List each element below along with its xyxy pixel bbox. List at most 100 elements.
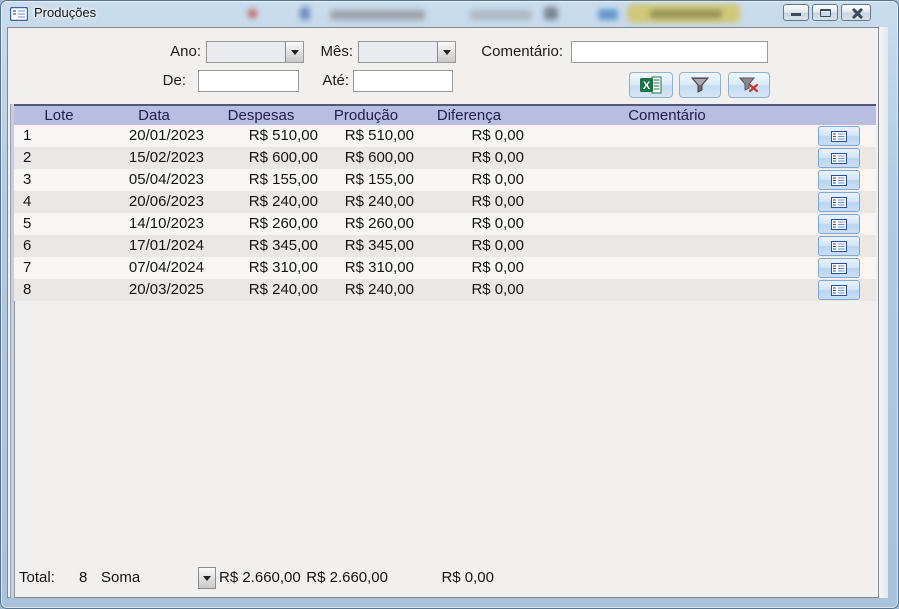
- cell-diferenca: R$ 0,00: [414, 191, 524, 213]
- produce-window: Produções Ano: Mês: Comentário: De: Até:: [0, 0, 899, 609]
- titlebar[interactable]: Produções: [0, 0, 899, 27]
- funnel-clear-icon: [739, 77, 759, 93]
- background-blur-blob: [330, 10, 425, 20]
- minimize-button[interactable]: [783, 4, 809, 21]
- column-header-comentario: Comentário: [524, 106, 810, 125]
- export-excel-button[interactable]: X: [629, 72, 673, 98]
- cell-detail: [818, 258, 860, 278]
- form-client-area: Ano: Mês: Comentário: De: Até: X: [7, 27, 879, 598]
- ate-input[interactable]: [353, 70, 453, 92]
- table-row[interactable]: 1 20/01/2023 R$ 510,00 R$ 510,00 R$ 0,00: [14, 125, 876, 147]
- cell-comentario: [524, 279, 810, 301]
- apply-filter-button[interactable]: [679, 72, 721, 98]
- column-header-diferenca: Diferença: [414, 106, 524, 125]
- cell-data: 07/04/2024: [104, 257, 204, 279]
- table-row[interactable]: 8 20/03/2025 R$ 240,00 R$ 240,00 R$ 0,00: [14, 279, 876, 301]
- cell-comentario: [524, 191, 810, 213]
- table-row[interactable]: 3 05/04/2023 R$ 155,00 R$ 155,00 R$ 0,00: [14, 169, 876, 191]
- cell-diferenca: R$ 0,00: [414, 169, 524, 191]
- cell-data: 17/01/2024: [104, 235, 204, 257]
- table-row[interactable]: 2 15/02/2023 R$ 600,00 R$ 600,00 R$ 0,00: [14, 147, 876, 169]
- window-controls: [783, 4, 871, 21]
- minimize-icon: [791, 13, 801, 16]
- clear-filter-button[interactable]: [728, 72, 770, 98]
- background-blur-blob: [470, 10, 532, 20]
- form-detail-icon: [831, 263, 847, 274]
- table-row[interactable]: 4 20/06/2023 R$ 240,00 R$ 240,00 R$ 0,00: [14, 191, 876, 213]
- open-record-detail-button[interactable]: [818, 214, 860, 234]
- de-input[interactable]: [198, 70, 299, 92]
- open-record-detail-button[interactable]: [818, 192, 860, 212]
- cell-lote: 5: [14, 213, 104, 235]
- form-detail-icon: [831, 241, 847, 252]
- cell-detail: [818, 148, 860, 168]
- ano-combobox-value: [207, 42, 285, 62]
- cell-comentario: [524, 213, 810, 235]
- aggregate-dropdown-button[interactable]: [198, 567, 216, 589]
- window-border-gutter: [879, 27, 888, 598]
- table-row[interactable]: 7 07/04/2024 R$ 310,00 R$ 310,00 R$ 0,00: [14, 257, 876, 279]
- table-row[interactable]: 5 14/10/2023 R$ 260,00 R$ 260,00 R$ 0,00: [14, 213, 876, 235]
- cell-detail: [818, 280, 860, 300]
- open-record-detail-button[interactable]: [818, 280, 860, 300]
- cell-lote: 7: [14, 257, 104, 279]
- cell-producao: R$ 345,00: [318, 235, 414, 257]
- open-record-detail-button[interactable]: [818, 236, 860, 256]
- background-blur-blob: [300, 7, 310, 20]
- close-button[interactable]: [841, 4, 871, 21]
- table-header: Lote Data Despesas Produção Diferença Co…: [14, 104, 876, 125]
- comentario-input[interactable]: [571, 41, 768, 63]
- cell-data: 15/02/2023: [104, 147, 204, 169]
- column-header-producao: Produção: [318, 106, 414, 125]
- total-producao: R$ 2.660,00: [303, 564, 388, 592]
- ano-combobox[interactable]: [206, 41, 304, 63]
- cell-comentario: [524, 257, 810, 279]
- cell-comentario: [524, 235, 810, 257]
- mes-combobox-value: [359, 42, 437, 62]
- background-blur-blob: [650, 10, 722, 18]
- open-record-detail-button[interactable]: [818, 258, 860, 278]
- cell-despesas: R$ 260,00: [204, 213, 318, 235]
- maximize-icon: [820, 9, 831, 17]
- totals-footer: Total: 8 Soma R$ 2.660,00 R$ 2.660,00 R$…: [8, 564, 878, 597]
- cell-producao: R$ 600,00: [318, 147, 414, 169]
- table-row[interactable]: 6 17/01/2024 R$ 345,00 R$ 345,00 R$ 0,00: [14, 235, 876, 257]
- comentario-label: Comentário:: [428, 41, 563, 63]
- form-detail-icon: [831, 153, 847, 164]
- chevron-down-icon: [203, 576, 211, 581]
- column-header-data: Data: [104, 106, 204, 125]
- form-detail-icon: [831, 285, 847, 296]
- cell-detail: [818, 236, 860, 256]
- cell-detail: [818, 192, 860, 212]
- background-blur-blob: [248, 9, 257, 18]
- cell-diferenca: R$ 0,00: [414, 235, 524, 257]
- cell-data: 05/04/2023: [104, 169, 204, 191]
- cell-lote: 3: [14, 169, 104, 191]
- maximize-button[interactable]: [812, 4, 838, 21]
- form-window-icon: [10, 7, 28, 21]
- background-blur-blob: [598, 9, 618, 20]
- cell-comentario: [524, 125, 810, 147]
- form-detail-icon: [831, 131, 847, 142]
- cell-lote: 8: [14, 279, 104, 301]
- cell-diferenca: R$ 0,00: [414, 257, 524, 279]
- total-diferenca: R$ 0,00: [394, 564, 494, 592]
- cell-producao: R$ 240,00: [318, 191, 414, 213]
- excel-export-icon: X: [640, 76, 662, 94]
- cell-comentario: [524, 169, 810, 191]
- cell-diferenca: R$ 0,00: [414, 125, 524, 147]
- open-record-detail-button[interactable]: [818, 148, 860, 168]
- cell-detail: [818, 126, 860, 146]
- funnel-icon: [691, 77, 709, 93]
- open-record-detail-button[interactable]: [818, 126, 860, 146]
- cell-producao: R$ 240,00: [318, 279, 414, 301]
- close-icon: [851, 8, 862, 19]
- mes-label: Mês:: [298, 41, 353, 63]
- cell-data: 14/10/2023: [104, 213, 204, 235]
- cell-detail: [818, 214, 860, 234]
- form-detail-icon: [831, 175, 847, 186]
- open-record-detail-button[interactable]: [818, 170, 860, 190]
- aggregate-combobox-value[interactable]: Soma: [101, 564, 140, 592]
- cell-data: 20/03/2025: [104, 279, 204, 301]
- table-body: 1 20/01/2023 R$ 510,00 R$ 510,00 R$ 0,00: [14, 125, 876, 301]
